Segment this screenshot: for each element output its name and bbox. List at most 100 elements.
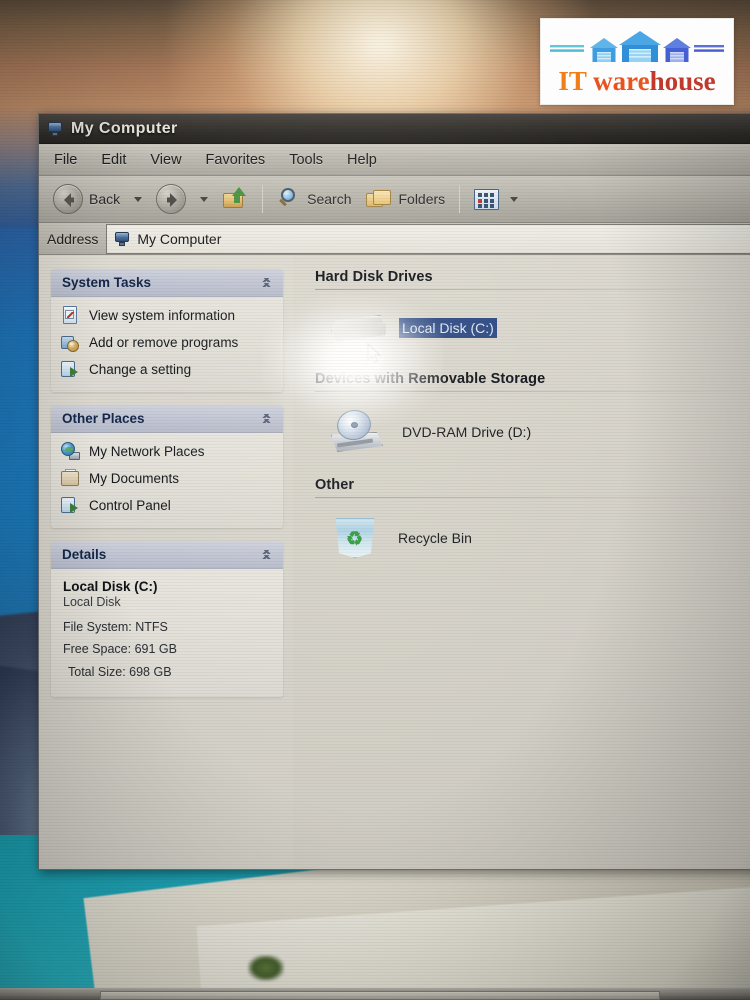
panel-body-other-places: My Network Places My Documents Control P… [51, 433, 283, 528]
search-label: Search [307, 191, 352, 207]
task-my-network-places[interactable]: My Network Places [60, 441, 277, 462]
panel-body-system-tasks: View system information Add or remove pr… [51, 297, 283, 392]
back-button[interactable]: Back [47, 181, 126, 217]
task-control-panel[interactable]: Control Panel [60, 495, 277, 516]
mouse-cursor [367, 342, 383, 365]
arrow-left-icon [53, 184, 83, 214]
drive-label: DVD-RAM Drive (D:) [402, 424, 532, 440]
back-dropdown-chevron-down-icon[interactable] [134, 196, 143, 202]
forward-button[interactable] [150, 181, 192, 217]
task-pane-sidebar: System Tasks View system information Add… [39, 255, 293, 869]
panel-title: Details [62, 547, 107, 562]
task-label: My Network Places [89, 444, 205, 459]
task-change-a-setting[interactable]: Change a setting [60, 359, 277, 380]
drive-item-recycle-bin[interactable]: ♻ Recycle Bin [327, 514, 475, 562]
my-computer-window[interactable]: My Computer File Edit View Favorites Too… [38, 113, 750, 870]
group-items: ♻ Recycle Bin [315, 504, 750, 576]
details-item-name: Local Disk (C:) [63, 579, 158, 594]
folders-icon [366, 188, 392, 210]
window-title: My Computer [71, 119, 178, 137]
task-label: Control Panel [89, 498, 171, 513]
details-file-system: File System: NTFS [63, 620, 168, 634]
back-label: Back [89, 191, 121, 207]
chevron-up-double-icon[interactable] [259, 548, 274, 562]
system-info-icon [60, 305, 81, 326]
menu-item-edit[interactable]: Edit [92, 149, 135, 171]
up-button[interactable] [216, 184, 254, 214]
monitor-bezel-highlight [100, 991, 660, 1000]
panel-system-tasks: System Tasks View system information Add… [51, 269, 283, 392]
group-items: DVD-RAM Drive (D:) [315, 398, 750, 470]
task-my-documents[interactable]: My Documents [60, 468, 277, 489]
watermark-text: IT warehouse [558, 68, 715, 95]
add-remove-programs-icon [60, 332, 81, 353]
panel-header-other-places[interactable]: Other Places [51, 405, 283, 433]
folder-up-icon [222, 187, 248, 211]
watermark-ware: ware [593, 66, 650, 96]
drive-item-local-disk-c[interactable]: Local Disk (C:) [327, 306, 497, 350]
task-label: View system information [89, 308, 236, 323]
group-heading: Hard Disk Drives [315, 269, 433, 285]
task-add-or-remove-programs[interactable]: Add or remove programs [60, 332, 277, 353]
recycle-bin-icon: ♻ [327, 514, 385, 562]
drive-label: Local Disk (C:) [399, 318, 497, 338]
watermark-logo: IT warehouse [540, 18, 734, 105]
wallpaper-seaweed [248, 955, 284, 981]
address-value: My Computer [137, 230, 222, 247]
group-divider [315, 391, 750, 392]
folders-label: Folders [398, 191, 446, 207]
window-body: System Tasks View system information Add… [39, 255, 750, 869]
task-view-system-information[interactable]: View system information [60, 305, 277, 326]
chevron-up-double-icon[interactable] [259, 276, 274, 290]
panel-title: Other Places [62, 411, 145, 426]
views-button[interactable] [468, 186, 529, 213]
toolbar-separator-2 [459, 185, 461, 213]
arrow-right-icon [156, 184, 187, 214]
details-item-type: Local Disk [63, 595, 121, 609]
group-divider [315, 289, 750, 290]
menu-item-tools[interactable]: Tools [280, 149, 332, 171]
details-free-space: Free Space: 691 GB [63, 642, 177, 657]
drive-label: Recycle Bin [398, 530, 472, 546]
task-label: Add or remove programs [89, 335, 239, 350]
file-list-pane[interactable]: Hard Disk Drives Local Disk (C:) Devices… [263, 255, 750, 869]
panel-header-system-tasks[interactable]: System Tasks [51, 269, 283, 297]
network-places-icon [60, 441, 81, 462]
group-heading: Other [315, 477, 355, 493]
menu-bar[interactable]: File Edit View Favorites Tools Help [39, 144, 750, 176]
my-computer-icon [114, 231, 130, 247]
address-bar[interactable]: Address My Computer [39, 223, 750, 255]
panel-body-details: Local Disk (C:) Local Disk File System: … [51, 569, 283, 697]
warehouse-houses-icon [548, 28, 726, 66]
details-total-size: Total Size: 698 GB [68, 664, 172, 679]
my-documents-icon [60, 468, 81, 489]
watermark-it: IT [558, 66, 587, 96]
folders-button[interactable]: Folders [360, 185, 451, 213]
menu-item-favorites[interactable]: Favorites [197, 149, 275, 171]
group-removable-storage: Devices with Removable Storage DVD-RAM D… [315, 371, 750, 470]
group-other: Other ♻ Recycle Bin [315, 477, 750, 576]
dvd-drive-icon [327, 406, 389, 456]
menu-item-help[interactable]: Help [338, 149, 386, 171]
change-setting-icon [60, 359, 81, 380]
toolbar[interactable]: Back Search Folders [39, 176, 750, 223]
group-divider [315, 497, 750, 498]
menu-item-view[interactable]: View [141, 149, 190, 171]
views-dropdown-chevron-down-icon[interactable] [510, 196, 519, 202]
panel-header-details[interactable]: Details [51, 541, 283, 569]
watermark-house: house [649, 66, 716, 96]
panel-other-places: Other Places My Network Places My Docume… [51, 405, 283, 528]
toolbar-separator [262, 185, 264, 213]
magnifier-icon [277, 187, 301, 211]
views-grid-icon [474, 188, 500, 210]
address-input[interactable]: My Computer [106, 223, 750, 254]
drive-item-dvd-ram-d[interactable]: DVD-RAM Drive (D:) [327, 406, 534, 456]
search-button[interactable]: Search [271, 184, 357, 214]
window-titlebar[interactable]: My Computer [39, 114, 750, 144]
group-heading: Devices with Removable Storage [315, 371, 546, 387]
chevron-up-double-icon[interactable] [259, 412, 274, 426]
task-label: My Documents [89, 471, 180, 486]
menu-item-file[interactable]: File [45, 149, 86, 171]
forward-dropdown-chevron-down-icon[interactable] [200, 196, 209, 202]
panel-details: Details Local Disk (C:) Local Disk File … [51, 541, 283, 697]
